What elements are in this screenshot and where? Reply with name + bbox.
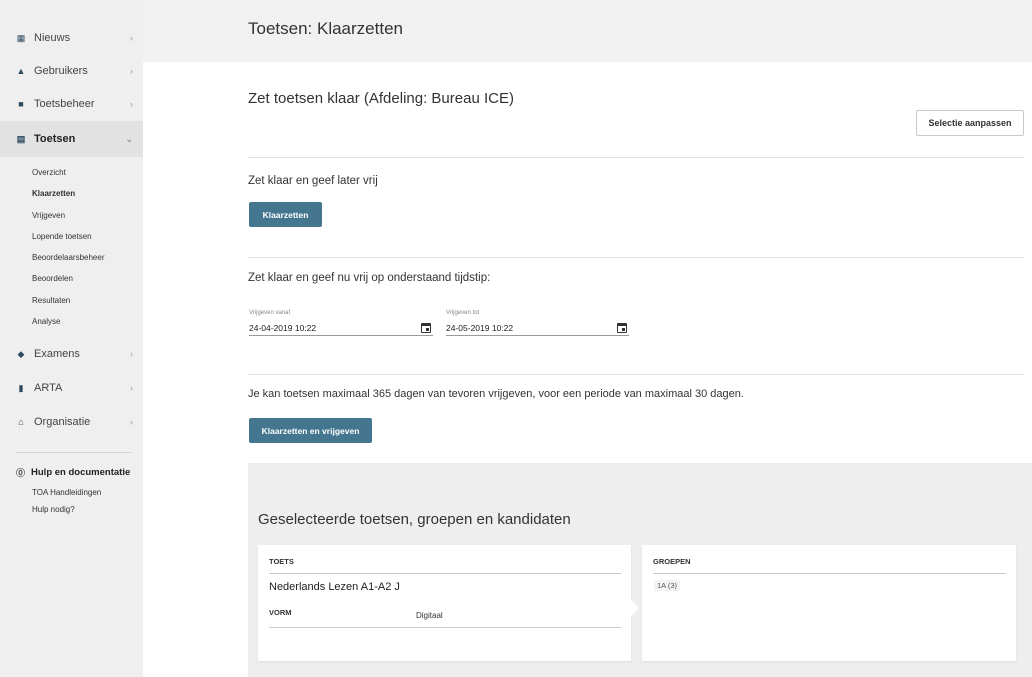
sidebar-item-label: ARTA [34,382,63,394]
submenu-item-lopende-toetsen[interactable]: Lopende toetsen [32,226,105,247]
book-icon: ▮ [18,382,24,393]
institution-icon: ⌂ [18,417,24,427]
submenu-item-vrijgeven[interactable]: Vrijgeven [32,205,105,226]
help-title: Hulp en documentatie [31,467,131,478]
card-divider [269,627,621,628]
sidebar-item-label: Gebruikers [34,65,88,77]
divider [248,374,1024,375]
sidebar-item-label: Organisatie [34,416,91,428]
toets-label: TOETS [269,557,294,566]
card-divider [653,573,1006,574]
divider [248,257,1024,258]
vrijgeven-vanaf-field[interactable]: 24-04-2019 10:22 [249,320,433,336]
sidebar-item-gebruikers[interactable]: ▲ Gebruikers › [0,54,143,88]
help-link-hulp-nodig[interactable]: Hulp nodig? [32,505,75,514]
sidebar-item-label: Toetsen [34,133,76,145]
klaarzetten-button[interactable]: Klaarzetten [249,202,322,227]
briefcase-icon: ■ [18,99,24,109]
vorm-value: Digitaal [416,611,443,620]
submenu-item-beoordelaarsbeheer[interactable]: Beoordelaarsbeheer [32,247,105,268]
sidebar-item-organisatie[interactable]: ⌂ Organisatie › [0,405,143,439]
selectie-aanpassen-button[interactable]: Selectie aanpassen [916,110,1024,136]
calendar-icon[interactable] [421,322,431,333]
submenu-item-overzicht[interactable]: Overzicht [32,162,105,183]
selection-panel: Geselecteerde toetsen, groepen en kandid… [248,463,1032,677]
sidebar: ▦ Nieuws › ▲ Gebruikers › ■ Toetsbeheer … [0,0,143,677]
selection-title: Geselecteerde toetsen, groepen en kandid… [258,511,571,528]
submenu-item-klaarzetten[interactable]: Klaarzetten [32,183,105,204]
section-title-nu: Zet klaar en geef nu vrij op onderstaand… [248,272,491,284]
submenu-item-beoordelen[interactable]: Beoordelen [32,268,105,289]
sidebar-item-label: Nieuws [34,32,71,44]
toetsen-submenu: Overzicht Klaarzetten Vrijgeven Lopende … [32,162,105,332]
sidebar-divider [16,452,132,453]
chevron-right-icon: › [130,66,133,76]
sidebar-item-label: Examens [34,348,80,360]
toets-name: Nederlands Lezen A1-A2 J [269,581,400,593]
news-icon: ▦ [16,32,26,43]
document-icon: ▤ [16,133,26,144]
chevron-down-icon: ⌄ [125,133,133,144]
vrijgeven-tot-value: 24-05-2019 10:22 [446,322,514,333]
chevron-right-icon: › [130,417,133,427]
section-title-later: Zet klaar en geef later vrij [248,175,378,187]
submenu-item-analyse[interactable]: Analyse [32,311,105,332]
graduation-cap-icon: ◆ [17,348,25,359]
section-heading: Zet toetsen klaar (Afdeling: Bureau ICE) [248,90,514,107]
vorm-label: VORM [269,608,292,617]
page-title: Toetsen: Klaarzetten [248,19,403,38]
groepen-label: GROEPEN [653,557,691,566]
chevron-right-icon: › [130,349,133,359]
vrijgeven-tot-label: Vrijgeven tot [446,310,480,316]
vrijgeven-vanaf-value: 24-04-2019 10:22 [249,322,317,333]
sidebar-item-examens[interactable]: ◆ Examens › [0,337,143,371]
sidebar-item-arta[interactable]: ▮ ARTA › [0,371,143,405]
help-link-handleidingen[interactable]: TOA Handleidingen [32,488,101,497]
calendar-icon[interactable] [617,322,627,333]
toets-card: TOETS Nederlands Lezen A1-A2 J VORM Digi… [258,545,631,661]
users-icon: ▲ [16,66,26,76]
vrijgeven-tot-field[interactable]: 24-05-2019 10:22 [446,320,629,336]
chevron-right-icon: › [130,33,133,43]
help-circle-icon: ⓪ [16,468,26,478]
divider [248,157,1024,158]
info-note: Je kan toetsen maximaal 365 dagen van te… [248,388,744,400]
submenu-item-resultaten[interactable]: Resultaten [32,290,105,311]
card-connector-arrow [631,600,639,616]
groep-tag[interactable]: 1A (3) [654,580,681,591]
card-divider [269,573,621,574]
sidebar-item-nieuws[interactable]: ▦ Nieuws › [0,21,143,55]
klaarzetten-en-vrijgeven-button[interactable]: Klaarzetten en vrijgeven [249,418,372,443]
sidebar-item-toetsbeheer[interactable]: ■ Toetsbeheer › [0,87,143,121]
page-header: Toetsen: Klaarzetten [143,0,1032,62]
chevron-right-icon: › [130,383,133,393]
help-heading: ⓪ Hulp en documentatie [16,466,130,479]
sidebar-item-toetsen[interactable]: ▤ Toetsen ⌄ [0,121,143,157]
vrijgeven-vanaf-label: Vrijgeven vanaf [249,310,291,316]
sidebar-item-label: Toetsbeheer [34,98,95,110]
groepen-card: GROEPEN 1A (3) [642,545,1016,661]
chevron-right-icon: › [130,99,133,109]
